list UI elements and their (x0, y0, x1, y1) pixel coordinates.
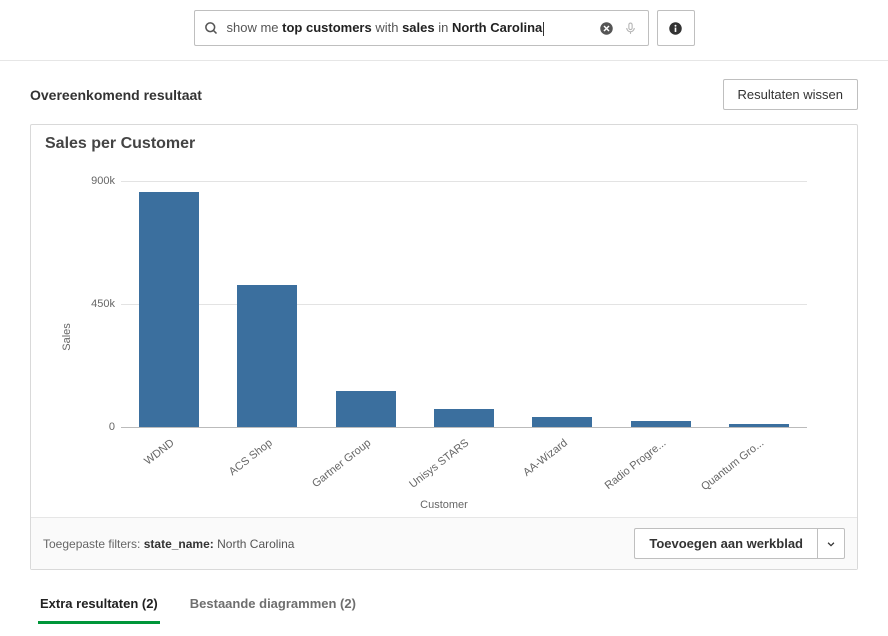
x-tick-label: Unisys STARS (407, 437, 471, 491)
bar-column: Radio Progre... (626, 181, 694, 427)
search-input[interactable]: show me top customers with sales in Nort… (194, 10, 649, 46)
chart-header: Sales per Customer (31, 125, 857, 157)
grid-line (121, 427, 807, 428)
y-tick-label: 0 (77, 421, 115, 433)
filters-label: Toegepaste filters: (43, 537, 140, 551)
matching-result-label: Overeenkomend resultaat (30, 87, 202, 103)
filter-value: North Carolina (217, 537, 294, 551)
x-tick-label: Gartner Group (310, 437, 373, 490)
bar-column: Gartner Group (332, 181, 400, 427)
bar[interactable] (434, 409, 494, 427)
clear-input-icon[interactable] (598, 19, 616, 37)
x-tick-label: WDND (142, 437, 176, 468)
microphone-icon[interactable] (622, 19, 640, 37)
x-tick-label: Radio Progre... (602, 437, 668, 492)
top-bar: show me top customers with sales in Nort… (0, 0, 888, 61)
x-tick-label: Quantum Gro... (699, 437, 766, 493)
results-header: Overeenkomend resultaat Resultaten wisse… (30, 79, 858, 110)
filter-key: state_name: (144, 537, 214, 551)
x-tick-label: ACS Shop (227, 437, 275, 478)
bar[interactable] (729, 424, 789, 427)
footer-actions: Toevoegen aan werkblad (634, 528, 845, 559)
search-wrap: show me top customers with sales in Nort… (194, 10, 695, 46)
bars-container: WDND ACS Shop Gartner Group Unisys STARS AA-… (121, 181, 807, 427)
add-to-sheet-button[interactable]: Toevoegen aan werkblad (634, 528, 817, 559)
y-tick-label: 450k (77, 298, 115, 310)
chart-area: Sales 0450k900kWDNDACS ShopGartner Group… (31, 157, 857, 517)
y-axis-title: Sales (61, 323, 73, 351)
info-button[interactable] (657, 10, 695, 46)
clear-results-button[interactable]: Resultaten wissen (723, 79, 859, 110)
result-tabs: Extra resultaten (2) Bestaande diagramme… (30, 570, 858, 624)
content-area: Overeenkomend resultaat Resultaten wisse… (0, 61, 888, 624)
bar-column: Quantum Gro... (725, 181, 793, 427)
bar-column: ACS Shop (233, 181, 301, 427)
search-query-text: show me top customers with sales in Nort… (221, 20, 598, 36)
bar[interactable] (336, 391, 396, 427)
tab-existing-charts[interactable]: Bestaande diagrammen (2) (188, 588, 358, 624)
chart-title: Sales per Customer (45, 135, 843, 153)
chevron-down-icon (826, 539, 836, 549)
tab-extra-results[interactable]: Extra resultaten (2) (38, 588, 160, 624)
bar[interactable] (631, 421, 691, 427)
x-axis-title: Customer (31, 499, 857, 511)
bar-column: Unisys STARS (430, 181, 498, 427)
bar[interactable] (237, 285, 297, 427)
bar[interactable] (139, 192, 199, 427)
card-footer: Toegepaste filters: state_name: North Ca… (31, 517, 857, 569)
add-to-sheet-dropdown[interactable] (817, 528, 845, 559)
bar-column: WDND (135, 181, 203, 427)
bar[interactable] (532, 417, 592, 427)
search-icon (203, 19, 221, 37)
x-tick-label: AA-Wizard (521, 437, 570, 479)
y-tick-label: 900k (77, 175, 115, 187)
applied-filters: Toegepaste filters: state_name: North Ca… (43, 537, 294, 551)
bar-column: AA-Wizard (528, 181, 596, 427)
result-chart-card: Sales per Customer Sales 0 450k 900k WDND AC… (30, 124, 858, 570)
chart-plot: 0450k900kWDNDACS ShopGartner GroupUnisys… (121, 181, 807, 427)
